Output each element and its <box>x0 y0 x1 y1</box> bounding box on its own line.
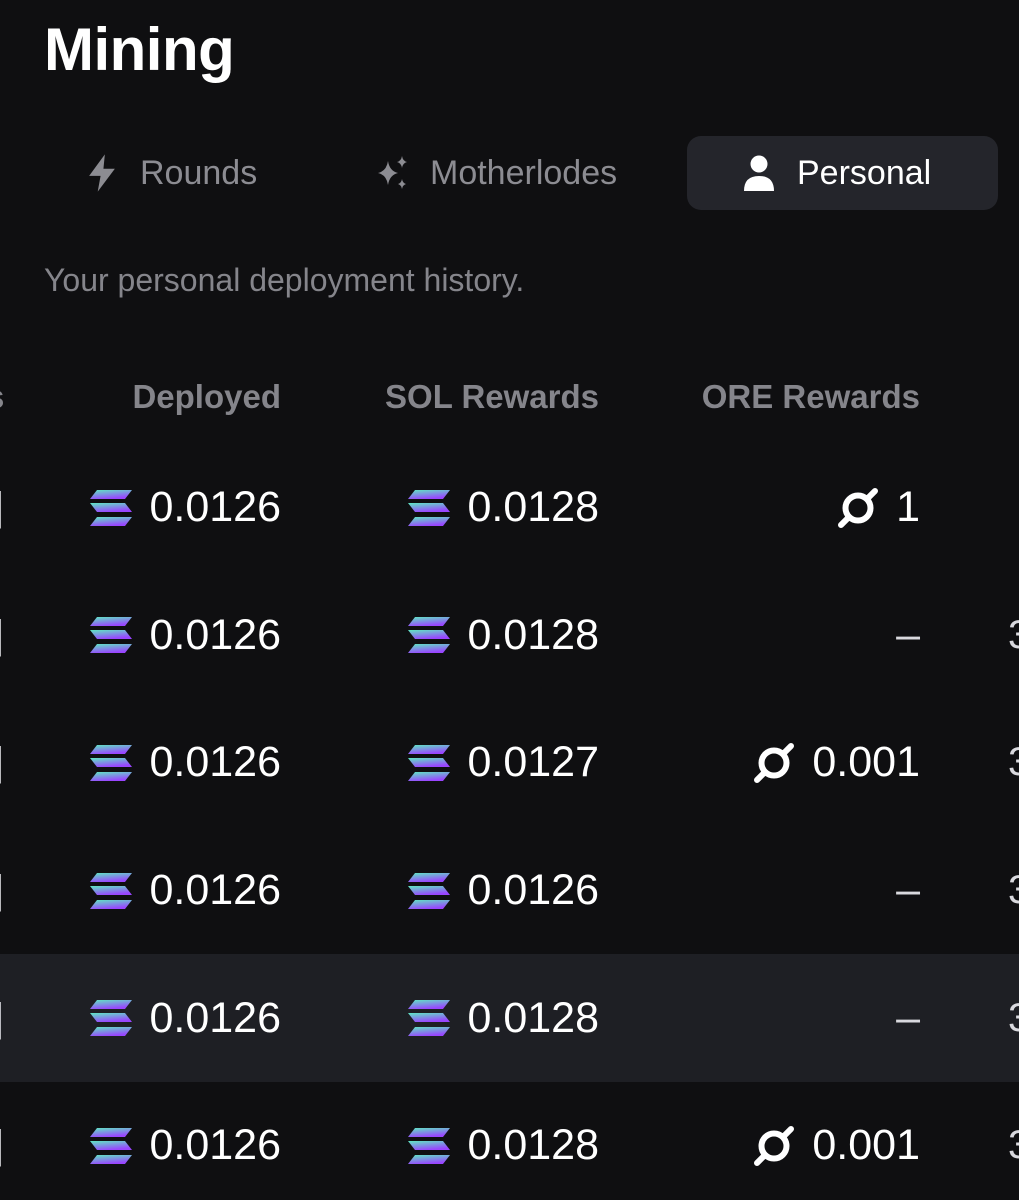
clipped-right-cell: 3 <box>1008 954 1019 1082</box>
clipped-right-cell: 3 <box>1008 572 1019 700</box>
sol-rewards-cell: 0.0126 <box>407 827 599 955</box>
sol-rewards-cell: 0.0128 <box>407 444 599 572</box>
clipped-left-cell: | <box>0 1082 4 1200</box>
clipped-left-cell: | <box>0 827 4 955</box>
clipped-right-cell: 3 <box>1008 699 1019 827</box>
tab-bar: Rounds Motherlodes Personal <box>0 136 1019 210</box>
sol-icon <box>407 872 451 910</box>
deployed-value: 0.0126 <box>149 1121 281 1170</box>
sol-icon <box>89 872 133 910</box>
table-row[interactable]: | 0.0126 0.0128 0.001 3 <box>0 1082 1019 1200</box>
ore-rewards-cell: – <box>896 954 920 1082</box>
deployed-cell: 0.0126 <box>89 1082 281 1200</box>
column-header-ore-rewards: ORE Rewards <box>701 378 920 415</box>
ore-rewards-cell: – <box>896 572 920 700</box>
ore-rewards-cell: – <box>896 827 920 955</box>
sparkles-icon <box>370 151 414 195</box>
tab-motherlodes-label: Motherlodes <box>430 153 618 192</box>
deployed-cell: 0.0126 <box>89 444 281 572</box>
deployed-cell: 0.0126 <box>89 572 281 700</box>
tab-motherlodes[interactable]: Motherlodes <box>370 136 617 210</box>
table-row[interactable]: | 0.0126 0.0128 1 <box>0 444 1019 572</box>
clipped-right-cell: 3 <box>1008 827 1019 955</box>
deployed-value: 0.0126 <box>149 738 281 787</box>
mining-page: Mining Rounds Motherlodes Personal Your … <box>0 0 1019 1200</box>
user-icon <box>737 151 781 195</box>
tab-personal-label: Personal <box>797 153 932 192</box>
ore-icon <box>836 486 880 530</box>
sol-icon <box>407 1127 451 1165</box>
ore-rewards-value: 1 <box>896 483 920 532</box>
tab-rounds[interactable]: Rounds <box>80 136 257 210</box>
table-row[interactable]: | 0.0126 0.0128 – 3 <box>0 572 1019 700</box>
deployed-value: 0.0126 <box>149 610 281 659</box>
deployed-cell: 0.0126 <box>89 699 281 827</box>
clipped-left-cell: | <box>0 699 4 827</box>
table-row[interactable]: | 0.0126 0.0127 0.001 3 <box>0 699 1019 827</box>
sol-rewards-cell: 0.0128 <box>407 1082 599 1200</box>
ore-icon <box>752 1124 796 1168</box>
deployed-cell: 0.0126 <box>89 827 281 955</box>
column-header-deployed: Deployed <box>132 378 281 415</box>
sol-rewards-value: 0.0126 <box>467 866 599 915</box>
table-header: s Deployed SOL Rewards ORE Rewards <box>0 372 1019 422</box>
sol-rewards-value: 0.0127 <box>467 738 599 787</box>
ore-rewards-value: – <box>896 993 920 1042</box>
ore-rewards-value: 0.001 <box>812 738 920 787</box>
sol-icon <box>407 616 451 654</box>
sol-rewards-value: 0.0128 <box>467 1121 599 1170</box>
sol-icon <box>407 744 451 782</box>
page-title: Mining <box>44 16 235 83</box>
ore-rewards-cell: 0.001 <box>752 699 920 827</box>
sol-icon <box>89 1127 133 1165</box>
deployed-value: 0.0126 <box>149 993 281 1042</box>
ore-rewards-value: 0.001 <box>812 1121 920 1170</box>
sol-rewards-value: 0.0128 <box>467 993 599 1042</box>
deployed-cell: 0.0126 <box>89 954 281 1082</box>
table-row[interactable]: | 0.0126 0.0128 – 3 <box>0 954 1019 1082</box>
column-header-sol-rewards: SOL Rewards <box>385 378 599 415</box>
clipped-left-cell: | <box>0 954 4 1082</box>
clipped-left-cell: | <box>0 444 4 572</box>
tab-personal[interactable]: Personal <box>687 136 998 210</box>
sol-icon <box>89 616 133 654</box>
table-row[interactable]: | 0.0126 0.0126 – 3 <box>0 827 1019 955</box>
sol-rewards-value: 0.0128 <box>467 610 599 659</box>
ore-rewards-cell: 0.001 <box>752 1082 920 1200</box>
sol-icon <box>407 489 451 527</box>
sol-icon <box>89 489 133 527</box>
ore-rewards-value: – <box>896 610 920 659</box>
clipped-column-header: s <box>0 372 4 422</box>
tab-rounds-label: Rounds <box>140 153 258 192</box>
sol-rewards-cell: 0.0127 <box>407 699 599 827</box>
sol-rewards-cell: 0.0128 <box>407 572 599 700</box>
lightning-icon <box>80 151 124 195</box>
clipped-right-cell: 3 <box>1008 1082 1019 1200</box>
deployed-value: 0.0126 <box>149 483 281 532</box>
sol-rewards-value: 0.0128 <box>467 483 599 532</box>
sol-icon <box>89 999 133 1037</box>
sol-rewards-cell: 0.0128 <box>407 954 599 1082</box>
ore-icon <box>752 741 796 785</box>
sol-icon <box>407 999 451 1037</box>
clipped-left-cell: | <box>0 572 4 700</box>
page-subtitle: Your personal deployment history. <box>44 262 525 298</box>
deployment-history-table: | 0.0126 0.0128 1 | 0.0126 0.0128 – 3 | 0.0126 0.01… <box>0 444 1019 1200</box>
sol-icon <box>89 744 133 782</box>
ore-rewards-cell: 1 <box>836 444 920 572</box>
ore-rewards-value: – <box>896 866 920 915</box>
deployed-value: 0.0126 <box>149 866 281 915</box>
